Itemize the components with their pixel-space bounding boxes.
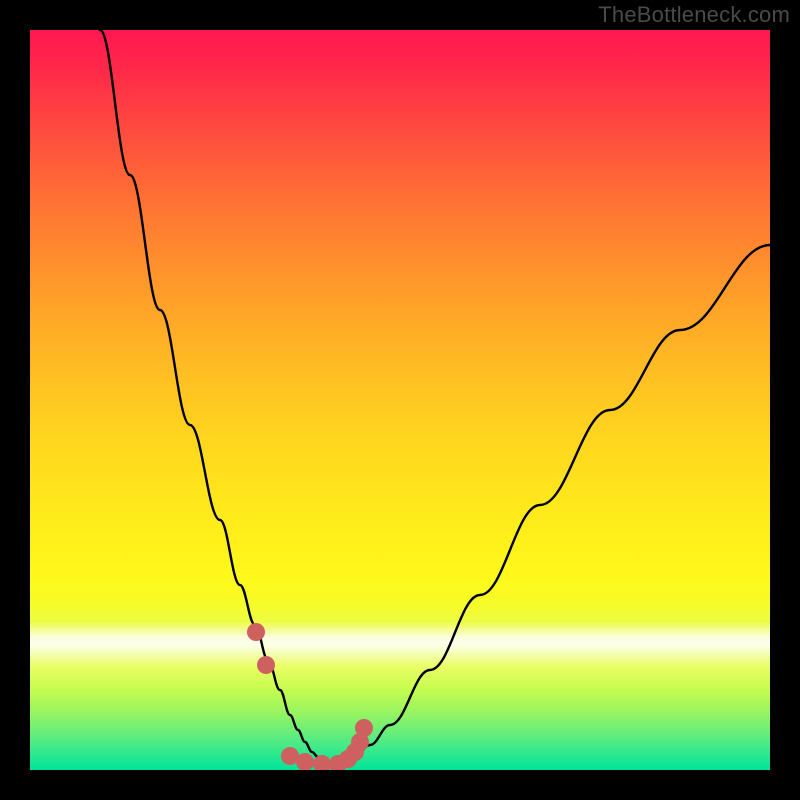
gradient-plot-area [30,30,770,770]
valley-marker [313,755,331,770]
chart-frame: TheBottleneck.com [0,0,800,800]
valley-marker [247,623,265,641]
valley-marker [257,656,275,674]
right-curve [330,245,770,765]
curve-layer [30,30,770,770]
left-curve [100,30,330,765]
valley-marker [355,719,373,737]
watermark-text: TheBottleneck.com [598,2,790,28]
